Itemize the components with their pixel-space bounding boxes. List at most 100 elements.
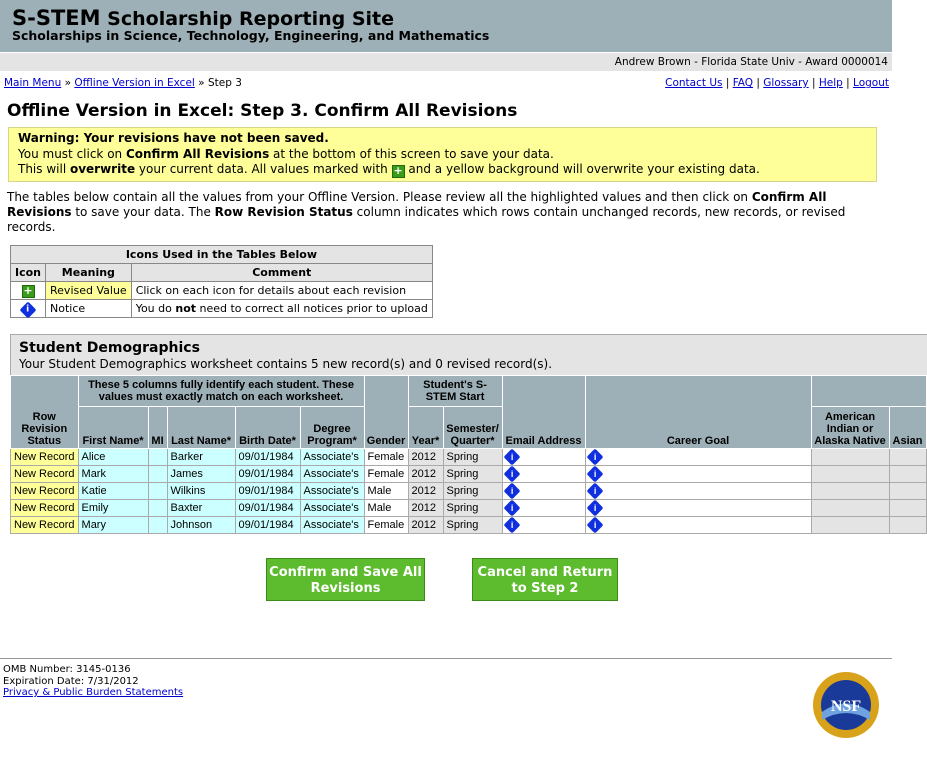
- cell-career-goal-notice: i: [584, 499, 812, 517]
- cell-first-name: Emily: [77, 499, 149, 517]
- user-bar: Andrew Brown - Florida State Univ - Awar…: [0, 53, 892, 71]
- icon-legend-table: Icons Used in the Tables Below Icon Meani…: [9, 245, 433, 318]
- cell-last-name: Baxter: [166, 499, 236, 517]
- cell-year: 2012: [407, 482, 444, 500]
- warning-text: Confirm All Revisions: [125, 146, 270, 161]
- info-icon[interactable]: i: [503, 482, 521, 500]
- comment-part: You do: [135, 302, 176, 315]
- cell-mi: [147, 482, 168, 500]
- privacy-link[interactable]: Privacy & Public Burden Statements: [3, 687, 183, 698]
- info-icon[interactable]: i: [503, 516, 521, 534]
- breadcrumb-main-menu[interactable]: Main Menu: [4, 77, 61, 89]
- col-header: Asian: [888, 406, 927, 449]
- user-info: Andrew Brown - Florida State Univ - Awar…: [614, 56, 888, 68]
- cell-year: 2012: [407, 465, 444, 483]
- logout-link[interactable]: Logout: [853, 77, 889, 89]
- cell-asian: [888, 482, 927, 500]
- col-header: MI: [147, 406, 168, 449]
- warning-text: at the bottom of this screen to save you…: [269, 146, 554, 161]
- footer-divider: [0, 658, 892, 659]
- breadcrumb-current: Step 3: [207, 77, 242, 89]
- legend-comment: Click on each icon for details about eac…: [130, 281, 433, 300]
- cell-semester: Spring: [442, 448, 503, 466]
- cell-gender: Male: [363, 482, 409, 500]
- col-header: Last Name*: [166, 406, 236, 449]
- col-header: Semester/ Quarter*: [442, 406, 503, 449]
- info-icon: i: [19, 301, 37, 318]
- cell-mi: [147, 465, 168, 483]
- cell-email-notice: i: [501, 448, 586, 466]
- cell-year: 2012: [407, 516, 444, 534]
- breadcrumb: Main Menu » Offline Version in Excel » S…: [4, 77, 242, 89]
- svg-text:NSF: NSF: [831, 698, 861, 715]
- footer-info: OMB Number: 3145-0136 Expiration Date: 7…: [3, 664, 183, 699]
- cell-birth-date: 09/01/1984: [234, 482, 301, 500]
- info-icon[interactable]: i: [503, 465, 521, 483]
- cell-row-status: New Record: [10, 482, 79, 500]
- cell-mi: [147, 516, 168, 534]
- cell-asian: [888, 516, 927, 534]
- plus-icon: +: [21, 284, 35, 298]
- cell-semester: Spring: [442, 482, 503, 500]
- glossary-link[interactable]: Glossary: [763, 77, 808, 89]
- help-link[interactable]: Help: [819, 77, 843, 89]
- cell-first-name: Alice: [77, 448, 149, 466]
- warning-text: your current data. All values marked wit…: [135, 162, 392, 176]
- cell-first-name: Mary: [77, 516, 149, 534]
- cell-row-status: New Record: [10, 465, 79, 483]
- comment-part: need to correct all notices prior to upl…: [196, 302, 428, 315]
- cell-career-goal-notice: i: [584, 465, 812, 483]
- cell-row-status: New Record: [10, 516, 79, 534]
- table-row: New Record Katie Wilkins 09/01/1984 Associat…: [10, 482, 927, 500]
- warning-text: You must click on: [18, 146, 126, 161]
- col-header: Row Revision Status: [10, 375, 79, 449]
- cell-email-notice: i: [501, 465, 586, 483]
- cell-degree-program: Associate's: [299, 448, 365, 466]
- omb-number: OMB Number: 3145-0136: [3, 664, 131, 675]
- race-group: [810, 375, 927, 407]
- cell-gender: Female: [363, 465, 409, 483]
- table-row: New Record Mary Johnson 09/01/1984 Associate…: [10, 516, 927, 534]
- info-icon[interactable]: i: [586, 465, 604, 483]
- cell-first-name: Mark: [77, 465, 149, 483]
- cell-career-goal-notice: i: [584, 448, 812, 466]
- cell-birth-date: 09/01/1984: [234, 448, 301, 466]
- cell-career-goal-notice: i: [584, 516, 812, 534]
- warning-text: This will: [18, 162, 70, 176]
- title-bold: S-STEM: [12, 6, 101, 30]
- info-icon[interactable]: i: [586, 516, 604, 534]
- cell-birth-date: 09/01/1984: [234, 516, 301, 534]
- legend-title: Icons Used in the Tables Below: [10, 245, 433, 264]
- col-header: Birth Date*: [234, 406, 301, 449]
- cell-last-name: James: [166, 465, 236, 483]
- breadcrumb-offline-version[interactable]: Offline Version in Excel: [74, 77, 194, 89]
- cell-american-indian: [810, 499, 890, 517]
- info-icon[interactable]: i: [503, 448, 521, 466]
- info-icon[interactable]: i: [503, 499, 521, 517]
- cell-year: 2012: [407, 499, 444, 517]
- cell-gender: Female: [363, 516, 409, 534]
- cell-asian: [888, 499, 927, 517]
- cell-last-name: Barker: [166, 448, 236, 466]
- page-title: Offline Version in Excel: Step 3. Confir…: [7, 101, 518, 121]
- start-group: Student's S-STEM Start: [407, 375, 503, 407]
- info-icon[interactable]: i: [586, 448, 604, 466]
- table-row: New Record Emily Baxter 09/01/1984 Associate…: [10, 499, 927, 517]
- confirm-save-button[interactable]: Confirm and Save All Revisions: [266, 558, 425, 601]
- cancel-return-button[interactable]: Cancel and Return to Step 2: [472, 558, 618, 601]
- expiration-date: Expiration Date: 7/31/2012: [3, 675, 139, 687]
- title-rest: Scholarship Reporting Site: [107, 8, 395, 30]
- site-subtitle: Scholarships in Science, Technology, Eng…: [12, 28, 490, 43]
- cell-degree-program: Associate's: [299, 465, 365, 483]
- cell-first-name: Katie: [77, 482, 149, 500]
- info-icon[interactable]: i: [586, 482, 604, 500]
- key-columns-group: These 5 columns fully identify each stud…: [77, 375, 365, 407]
- faq-link[interactable]: FAQ: [733, 77, 753, 89]
- legend-header: Icon: [9, 263, 47, 282]
- table-row: New Record Mark James 09/01/1984 Associate's…: [10, 465, 927, 483]
- cell-mi: [147, 499, 168, 517]
- contact-us-link[interactable]: Contact Us: [665, 77, 722, 89]
- cell-career-goal-notice: i: [584, 482, 812, 500]
- cell-asian: [888, 465, 927, 483]
- info-icon[interactable]: i: [586, 499, 604, 517]
